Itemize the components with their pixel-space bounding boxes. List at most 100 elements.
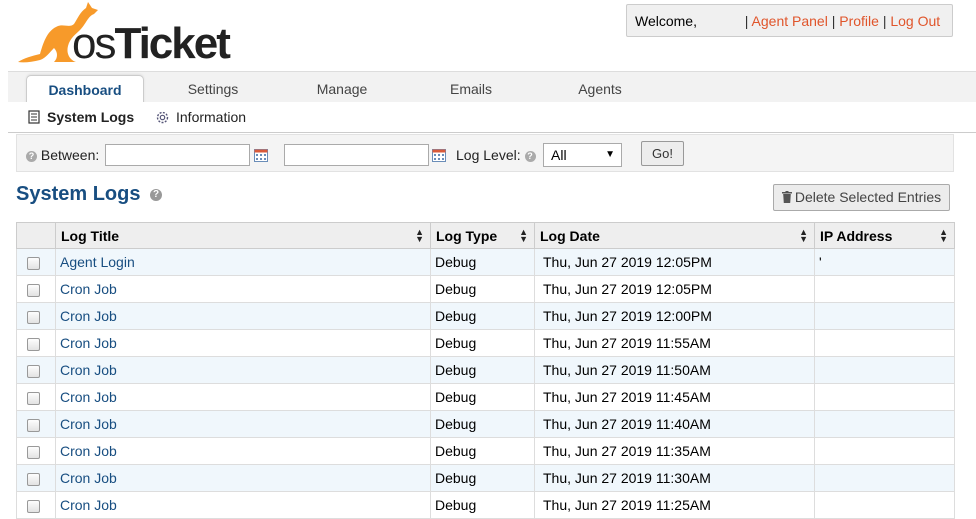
tab-settings[interactable]: Settings bbox=[158, 72, 268, 103]
profile-link[interactable]: Profile bbox=[839, 13, 879, 29]
ip-address-cell bbox=[814, 464, 955, 492]
log-title-link[interactable]: Cron Job bbox=[60, 335, 117, 351]
row-checkbox[interactable] bbox=[27, 472, 40, 486]
document-icon bbox=[28, 110, 40, 124]
log-title-link[interactable]: Cron Job bbox=[60, 308, 117, 324]
logo-wordmark: osTicket bbox=[72, 19, 231, 68]
row-checkbox[interactable] bbox=[27, 418, 40, 432]
table-row: Cron Job Debug Thu, Jun 27 2019 11:25AM bbox=[16, 491, 955, 519]
table-row: Cron Job Debug Thu, Jun 27 2019 11:45AM bbox=[16, 383, 955, 411]
column-header-ip-address[interactable]: IP Address ▲ ▼ bbox=[814, 222, 955, 249]
osticket-logo[interactable]: osTicket bbox=[14, 0, 231, 68]
log-date-cell: Thu, Jun 27 2019 12:00PM bbox=[534, 302, 815, 330]
ip-address-cell bbox=[814, 437, 955, 465]
column-header-log-type[interactable]: Log Type ▲ ▼ bbox=[430, 222, 535, 249]
help-icon[interactable]: ? bbox=[524, 150, 536, 162]
tab-agents[interactable]: Agents bbox=[545, 72, 655, 103]
log-date-cell: Thu, Jun 27 2019 12:05PM bbox=[534, 248, 815, 276]
log-title-link[interactable]: Cron Job bbox=[60, 362, 117, 378]
row-checkbox[interactable] bbox=[27, 256, 40, 270]
help-icon[interactable]: ? bbox=[26, 150, 37, 162]
tab-manage[interactable]: Manage bbox=[287, 72, 397, 103]
sort-icon: ▲ ▼ bbox=[415, 227, 424, 244]
log-date-cell: Thu, Jun 27 2019 11:25AM bbox=[534, 491, 815, 519]
logout-link[interactable]: Log Out bbox=[890, 13, 940, 29]
page-title: System Logs ? bbox=[16, 183, 163, 206]
log-date-cell: Thu, Jun 27 2019 12:05PM bbox=[534, 275, 815, 303]
log-date-cell: Thu, Jun 27 2019 11:45AM bbox=[534, 383, 815, 411]
log-type-cell: Debug bbox=[430, 383, 535, 411]
table-row: Cron Job Debug Thu, Jun 27 2019 11:50AM bbox=[16, 356, 955, 384]
separator: | bbox=[882, 13, 887, 29]
log-level-select[interactable]: All ▼ bbox=[543, 143, 622, 167]
ip-address-cell bbox=[814, 329, 955, 357]
header: osTicket Welcome, | Agent Panel | Profil… bbox=[0, 0, 976, 72]
log-type-cell: Debug bbox=[430, 464, 535, 492]
log-type-cell: Debug bbox=[430, 437, 535, 465]
log-type-cell: Debug bbox=[430, 410, 535, 438]
table-row: Cron Job Debug Thu, Jun 27 2019 12:05PM bbox=[16, 275, 955, 303]
go-button[interactable]: Go! bbox=[641, 141, 684, 166]
user-info-box: Welcome, | Agent Panel | Profile | Log O… bbox=[626, 4, 953, 37]
column-header-log-title[interactable]: Log Title ▲ ▼ bbox=[55, 222, 431, 249]
separator: | bbox=[831, 13, 836, 29]
calendar-icon[interactable] bbox=[254, 149, 268, 162]
trash-icon bbox=[781, 191, 792, 203]
ip-address-cell bbox=[814, 410, 955, 438]
sort-icon: ▲ ▼ bbox=[799, 227, 808, 244]
log-date-cell: Thu, Jun 27 2019 11:30AM bbox=[534, 464, 815, 492]
log-type-cell: Debug bbox=[430, 248, 535, 276]
log-date-cell: Thu, Jun 27 2019 11:50AM bbox=[534, 356, 815, 384]
log-title-link[interactable]: Cron Job bbox=[60, 389, 117, 405]
table-row: Cron Job Debug Thu, Jun 27 2019 11:55AM bbox=[16, 329, 955, 357]
subnav-information[interactable]: Information bbox=[155, 102, 246, 132]
log-title-link[interactable]: Cron Job bbox=[60, 281, 117, 297]
subnav-label: System Logs bbox=[47, 109, 135, 125]
ip-address-cell bbox=[814, 491, 955, 519]
table-row: Cron Job Debug Thu, Jun 27 2019 11:30AM bbox=[16, 464, 955, 492]
ip-address-cell bbox=[814, 302, 955, 330]
subnav-label: Information bbox=[176, 109, 247, 125]
table-row: Cron Job Debug Thu, Jun 27 2019 12:00PM bbox=[16, 302, 955, 330]
table-header-row: Log Title ▲ ▼ Log Type ▲ ▼ Log Date ▲ ▼ IP Add… bbox=[16, 222, 955, 249]
system-logs-table: Log Title ▲ ▼ Log Type ▲ ▼ Log Date ▲ ▼ IP Add… bbox=[16, 222, 955, 519]
row-checkbox[interactable] bbox=[27, 337, 40, 351]
log-title-link[interactable]: Cron Job bbox=[60, 416, 117, 432]
subnav-system-logs[interactable]: System Logs bbox=[28, 102, 134, 132]
log-type-cell: Debug bbox=[430, 356, 535, 384]
row-checkbox[interactable] bbox=[27, 499, 40, 513]
select-all-header bbox=[16, 222, 56, 249]
tab-emails[interactable]: Emails bbox=[416, 72, 526, 103]
column-header-log-date[interactable]: Log Date ▲ ▼ bbox=[534, 222, 815, 249]
log-title-link[interactable]: Cron Job bbox=[60, 443, 117, 459]
tab-dashboard[interactable]: Dashboard bbox=[26, 75, 144, 105]
log-type-cell: Debug bbox=[430, 275, 535, 303]
log-title-link[interactable]: Cron Job bbox=[60, 497, 117, 513]
row-checkbox[interactable] bbox=[27, 283, 40, 297]
dropdown-arrow-icon: ▼ bbox=[605, 149, 615, 160]
separator: | bbox=[744, 13, 749, 29]
log-date-cell: Thu, Jun 27 2019 11:35AM bbox=[534, 437, 815, 465]
row-checkbox[interactable] bbox=[27, 364, 40, 378]
log-type-cell: Debug bbox=[430, 302, 535, 330]
table-row: Cron Job Debug Thu, Jun 27 2019 11:40AM bbox=[16, 410, 955, 438]
date-to-input[interactable] bbox=[284, 144, 429, 166]
calendar-icon[interactable] bbox=[432, 149, 446, 162]
log-date-cell: Thu, Jun 27 2019 11:40AM bbox=[534, 410, 815, 438]
row-checkbox[interactable] bbox=[27, 310, 40, 324]
sub-nav: System Logs Information bbox=[8, 102, 976, 133]
log-level-label: Log Level: ? bbox=[456, 147, 536, 163]
help-icon[interactable]: ? bbox=[150, 188, 163, 201]
ip-address-cell bbox=[814, 275, 955, 303]
ip-address-cell: ' bbox=[814, 248, 955, 276]
delete-selected-button[interactable]: Delete Selected Entries bbox=[773, 184, 950, 211]
log-title-link[interactable]: Agent Login bbox=[60, 254, 135, 270]
sort-icon: ▲ ▼ bbox=[939, 227, 948, 244]
row-checkbox[interactable] bbox=[27, 391, 40, 405]
date-from-input[interactable] bbox=[105, 144, 250, 166]
agent-panel-link[interactable]: Agent Panel bbox=[752, 13, 828, 29]
ip-address-cell bbox=[814, 356, 955, 384]
log-title-link[interactable]: Cron Job bbox=[60, 470, 117, 486]
row-checkbox[interactable] bbox=[27, 445, 40, 459]
log-type-cell: Debug bbox=[430, 329, 535, 357]
